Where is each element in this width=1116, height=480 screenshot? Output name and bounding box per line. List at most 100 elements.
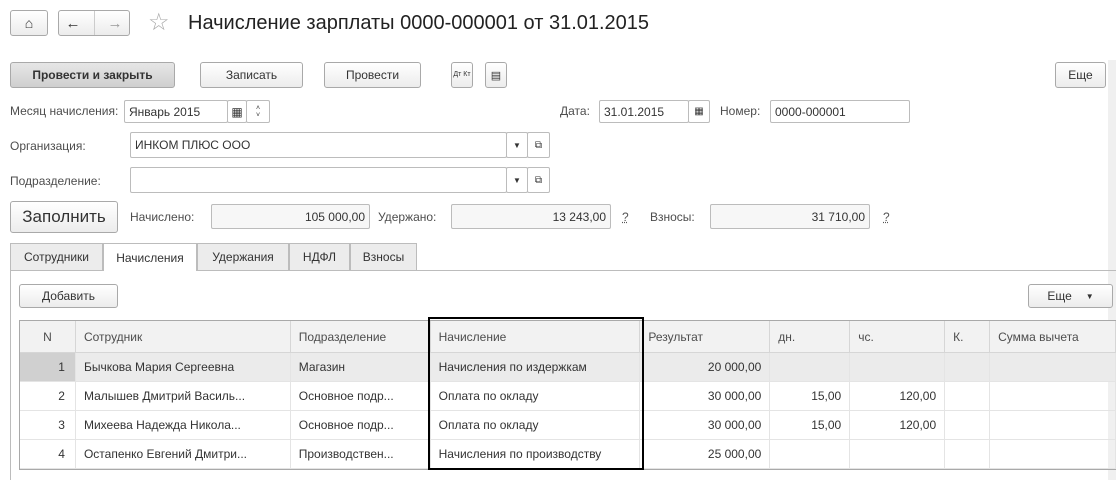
table-cell: Основное подр... [291,382,431,410]
table-cell: 120,00 [850,382,946,410]
open-icon[interactable]: ⧉ [527,132,550,158]
accruals-table: N Сотрудник Подразделение Начисление Результ… [19,320,1116,470]
chevron-down-icon[interactable]: ▼ [506,167,528,193]
table-cell [770,440,851,468]
calendar-icon[interactable]: ▦ [688,100,710,123]
table-cell [990,353,1116,381]
month-label: Месяц начисления: [10,104,119,118]
tab-employees[interactable]: Сотрудники [10,243,103,270]
column-header[interactable]: дн. [770,321,851,352]
tab-deductions[interactable]: Удержания [197,243,289,270]
column-header[interactable]: Подразделение [291,321,431,352]
table-header: N Сотрудник Подразделение Начисление Результ… [20,321,1116,353]
home-icon: ⌂ [24,15,34,31]
dept-input[interactable] [130,167,507,193]
tab-contributions[interactable]: Взносы [350,243,417,270]
report-button[interactable]: ▤ [485,62,507,88]
accrued-value: 105 000,00 [211,204,370,229]
table-cell [770,353,851,381]
table-cell [945,411,991,439]
withheld-label: Удержано: [378,210,437,224]
table-cell: Начисления по издержкам [431,353,641,381]
table-cell: 2 [20,382,76,410]
open-icon[interactable]: ⧉ [527,167,550,193]
chevron-down-icon[interactable]: ▼ [506,132,528,158]
column-header[interactable]: Результат [640,321,771,352]
withheld-value: 13 243,00 [451,204,611,229]
dt-kt-icon[interactable]: Дт Кт [451,62,473,88]
month-spinner[interactable]: ˄ ˅ [246,100,270,123]
back-arrow-icon[interactable]: ← [66,15,81,32]
table-cell: 30 000,00 [640,411,771,439]
table-cell: Основное подр... [291,411,431,439]
table-cell: 30 000,00 [640,382,771,410]
table-cell: Магазин [291,353,431,381]
org-input[interactable]: ИНКОМ ПЛЮС ООО [130,132,507,158]
table-cell: 20 000,00 [640,353,771,381]
column-header[interactable]: Сотрудник [76,321,291,352]
table-row[interactable]: 1 Бычкова Мария Сергеевна Магазин Начислени… [20,353,1116,382]
column-header[interactable]: чс. [850,321,946,352]
table-cell: 1 [20,353,76,381]
table-row[interactable]: 3 Михеева Надежда Никола... Основное подр.… [20,411,1116,440]
contrib-value: 31 710,00 [710,204,870,229]
accrued-label: Начислено: [130,210,195,224]
table-cell: 120,00 [850,411,946,439]
dept-label: Подразделение: [10,174,101,188]
withheld-help-link[interactable]: ? [622,210,629,224]
tab-ndfl[interactable]: НДФЛ [289,243,350,270]
chevron-down-icon: ▼ [1085,291,1094,301]
table-cell: 15,00 [770,382,851,410]
org-label: Организация: [10,139,86,153]
add-button[interactable]: Добавить [19,284,118,308]
star-icon[interactable]: ☆ [148,8,170,37]
more-label: Еще [1047,289,1072,303]
table-cell: 15,00 [770,411,851,439]
table-cell: Начисления по производству [431,440,641,468]
table-cell [945,353,991,381]
table-cell: 25 000,00 [640,440,771,468]
number-label: Номер: [720,104,761,118]
save-button[interactable]: Записать [200,62,303,88]
document-icon: ▤ [490,69,502,82]
number-input[interactable]: 0000-000001 [770,100,910,123]
table-cell: 4 [20,440,76,468]
contrib-help-link[interactable]: ? [883,210,890,224]
table-cell [945,382,991,410]
fill-button[interactable]: Заполнить [10,201,118,233]
table-cell: Малышев Дмитрий Василь... [76,382,291,410]
table-cell: Оплата по окладу [431,411,641,439]
table-cell: Михеева Надежда Никола... [76,411,291,439]
post-and-close-button[interactable]: Провести и закрыть [10,62,175,88]
column-header[interactable]: Сумма вычета [990,321,1116,352]
home-button[interactable]: ⌂ [10,10,48,36]
forward-arrow-icon[interactable]: → [108,15,123,32]
calendar-icon[interactable]: ▦ [227,100,247,123]
column-header[interactable]: Начисление [431,321,641,352]
table-cell [945,440,991,468]
table-cell [850,353,946,381]
table-cell: 3 [20,411,76,439]
table-cell: Оплата по окладу [431,382,641,410]
more-button[interactable]: Еще [1055,62,1106,88]
table-cell [850,440,946,468]
column-header[interactable]: К. [945,321,991,352]
date-label: Дата: [560,104,590,118]
date-input[interactable]: 31.01.2015 [599,100,689,123]
column-header[interactable]: N [20,321,76,352]
nav-buttons: ← → [58,10,130,36]
page-title: Начисление зарплаты 0000-000001 от 31.01… [188,12,650,34]
contrib-label: Взносы: [650,210,695,224]
table-cell: Остапенко Евгений Дмитри... [76,440,291,468]
post-button[interactable]: Провести [324,62,421,88]
table-cell [990,411,1116,439]
tab-accruals[interactable]: Начисления [103,243,197,271]
month-input[interactable]: Январь 2015 [124,100,228,123]
table-row[interactable]: 2 Малышев Дмитрий Василь... Основное подр.… [20,382,1116,411]
table-more-button[interactable]: Еще ▼ [1028,284,1113,308]
table-cell: Производствен... [291,440,431,468]
table-cell: Бычкова Мария Сергеевна [76,353,291,381]
table-cell [990,382,1116,410]
table-row[interactable]: 4 Остапенко Евгений Дмитри... Производстве… [20,440,1116,469]
table-cell [990,440,1116,468]
